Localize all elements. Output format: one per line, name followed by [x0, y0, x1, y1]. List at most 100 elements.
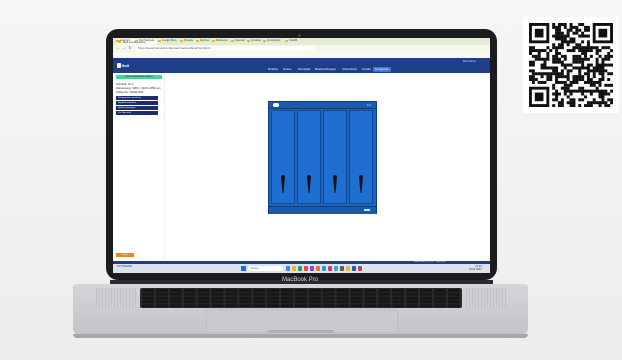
qr-module	[540, 75, 544, 79]
taskbar-app-icon[interactable]	[292, 266, 296, 271]
sidebar-button[interactable]: Zur Übersicht	[116, 111, 158, 115]
taskbar-app-icon[interactable]	[358, 266, 362, 271]
bookmark-item[interactable]: Lieferant	[116, 39, 130, 43]
qr-module	[604, 69, 608, 73]
account-link[interactable]: Mein Konto	[463, 60, 476, 63]
cabinet-door[interactable]	[323, 110, 347, 204]
taskbar-app-icon[interactable]	[322, 266, 326, 271]
qr-module	[581, 63, 585, 67]
cabinet-door[interactable]	[271, 110, 295, 204]
keyboard-key	[239, 304, 252, 308]
qr-module	[557, 43, 561, 47]
reload-icon[interactable]: ↻	[128, 46, 132, 50]
qr-module	[575, 89, 579, 93]
taskbar-app-icon[interactable]	[316, 266, 320, 271]
lid-notch	[268, 330, 334, 333]
keyboard-key	[281, 296, 293, 300]
keyboard-key	[211, 292, 224, 296]
taskbar-app-icon[interactable]	[340, 266, 344, 271]
bookmark-item[interactable]: Projekte	[180, 39, 193, 43]
qr-module	[563, 63, 567, 67]
bookmark-item[interactable]: Mitarbeiter	[212, 39, 228, 43]
door-handle-icon	[359, 175, 363, 193]
keyboard-key	[197, 292, 210, 296]
keyboard-key	[433, 304, 446, 308]
sidebar-button[interactable]: Artikel hinzufügen	[116, 106, 158, 110]
back-button[interactable]: Zurück	[116, 253, 134, 257]
qr-module	[555, 49, 559, 53]
taskbar-clock[interactable]: 10:24 18.04.2024	[469, 265, 482, 271]
nav-item[interactable]: Produkte	[268, 67, 278, 72]
keyboard-key	[225, 304, 238, 308]
nav-item[interactable]: Kontakt	[362, 67, 370, 72]
taskbar-app-icon[interactable]	[310, 266, 314, 271]
taskbar-app-icon[interactable]	[304, 266, 308, 271]
cabinet-preview[interactable]: 1/1	[268, 101, 377, 214]
qr-module	[540, 63, 544, 67]
bookmark-item[interactable]: Kalender	[231, 39, 245, 43]
taskbar-app-icon[interactable]	[328, 266, 332, 271]
qr-module	[529, 63, 532, 67]
windows-start-icon[interactable]	[241, 266, 246, 271]
qr-finder-pattern	[598, 28, 608, 38]
bookmark-item[interactable]: Kontakte	[247, 39, 261, 43]
qr-module	[560, 63, 564, 67]
keyboard-key	[364, 304, 377, 308]
sidebar-button[interactable]: Angebot anfordern	[116, 101, 158, 105]
cabinet-door[interactable]	[349, 110, 373, 204]
qr-module	[569, 63, 573, 67]
taskbar-app-icon[interactable]	[298, 266, 302, 271]
qr-module	[586, 28, 590, 32]
keyboard	[140, 288, 462, 308]
keyboard-key	[281, 292, 293, 296]
qr-module	[578, 72, 582, 76]
nav-item[interactable]: Service	[283, 67, 291, 72]
taskbar-app-icon[interactable]	[286, 266, 290, 271]
qr-module	[563, 80, 567, 84]
qr-module	[552, 25, 556, 29]
cabinet-plinth	[269, 206, 376, 214]
cabinet-door[interactable]	[297, 110, 321, 204]
qr-module	[578, 98, 582, 102]
qr-module	[589, 78, 593, 82]
qr-module	[595, 63, 599, 67]
address-input[interactable]: https://www.bott.de/configurator/rack-ca…	[135, 46, 315, 51]
qr-module	[546, 46, 550, 50]
keyboard-key	[239, 289, 252, 292]
qr-module	[546, 72, 550, 76]
qr-module	[575, 54, 579, 58]
bookmark-item[interactable]: Rechner	[196, 39, 209, 43]
bookmark-item[interactable]: ToolDB	[285, 39, 297, 43]
qr-module	[575, 28, 579, 32]
qr-module	[601, 63, 605, 67]
qr-module	[601, 98, 605, 102]
keyboard-key	[239, 292, 252, 296]
qr-module	[529, 49, 532, 53]
taskbar-app-icon[interactable]	[346, 266, 350, 271]
sidebar-button[interactable]: Konfiguration speichern	[116, 96, 158, 100]
weather-widget[interactable]: 12°C Bewölkt	[117, 265, 132, 268]
bookmark-item[interactable]: Google Drive	[158, 39, 177, 43]
back-arrow-icon[interactable]: ←	[116, 46, 120, 50]
qr-module	[581, 34, 585, 38]
qr-module	[546, 66, 550, 70]
taskbar-app-icon[interactable]	[352, 266, 356, 271]
taskbar-search[interactable]: Suche	[248, 266, 283, 271]
qr-module	[552, 72, 556, 76]
nav-item[interactable]: Downloads	[298, 67, 310, 72]
taskbar-app-icon[interactable]	[334, 266, 338, 271]
bookmark-item[interactable]: Konfigurator	[263, 39, 281, 43]
site-logo[interactable]: Bott	[117, 60, 133, 70]
qr-module	[601, 46, 605, 50]
nav-item[interactable]: Branchenlösungen	[315, 67, 336, 72]
forward-arrow-icon[interactable]: →	[122, 46, 126, 50]
keyboard-key	[433, 292, 446, 296]
nav-item[interactable]: Unternehmen	[342, 67, 357, 72]
qr-module	[566, 31, 570, 35]
qr-module	[563, 23, 567, 26]
bookmark-item[interactable]: Bott Startseite	[135, 39, 155, 43]
nav-item-active[interactable]: Konfigurator	[373, 67, 391, 72]
new-configuration-button[interactable]: Neue Konfiguration starten	[116, 75, 162, 79]
qr-module	[560, 34, 564, 38]
keyboard-key	[336, 289, 349, 292]
